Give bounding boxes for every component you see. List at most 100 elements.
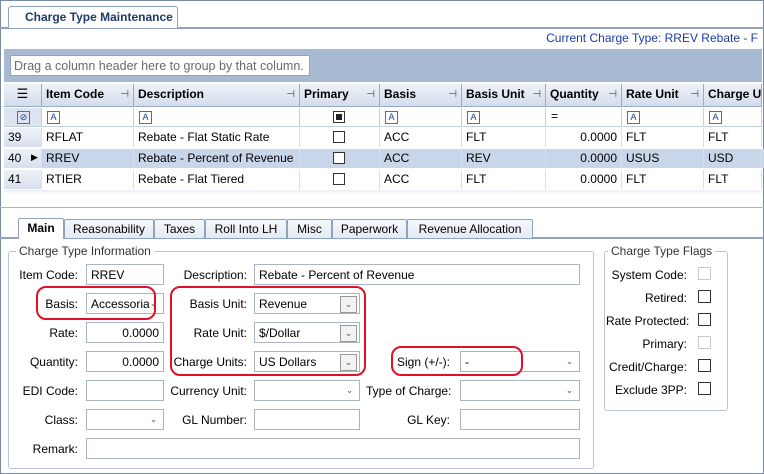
column-header-charge-unit[interactable]: Charge Ur bbox=[704, 84, 762, 107]
pin-icon[interactable]: ⊣ bbox=[448, 89, 457, 100]
retired-checkbox[interactable] bbox=[698, 290, 711, 303]
currency-unit-label: Currency Unit: bbox=[170, 384, 247, 398]
cell-quantity: 0.0000 bbox=[546, 128, 622, 147]
item-code-field[interactable]: RREV bbox=[86, 264, 164, 285]
cell-quantity: 0.0000 bbox=[546, 170, 622, 189]
filter-quantity[interactable]: = bbox=[546, 108, 622, 127]
tab-charge-type-maintenance[interactable]: Charge Type Maintenance bbox=[8, 6, 178, 28]
filter-primary[interactable] bbox=[300, 108, 380, 127]
cell-basis: ACC bbox=[380, 149, 462, 168]
rate-label: Rate: bbox=[49, 326, 78, 340]
chevron-down-icon[interactable]: ⌄ bbox=[562, 383, 577, 398]
rate-protected-label: Rate Protected: bbox=[606, 314, 690, 328]
filter-icon: A bbox=[467, 111, 480, 124]
filter-basis[interactable]: A bbox=[380, 108, 462, 127]
chevron-down-icon[interactable]: ⌄ bbox=[342, 383, 357, 398]
filter-icon: A bbox=[709, 111, 722, 124]
class-select[interactable]: ⌄ bbox=[86, 409, 164, 430]
column-header-quantity[interactable]: Quantity ⊣ bbox=[546, 84, 622, 107]
column-header-rate-unit[interactable]: Rate Unit ⊣ bbox=[622, 84, 704, 107]
cell-rate-unit: USUS bbox=[622, 149, 704, 168]
edi-code-label: EDI Code: bbox=[22, 384, 78, 398]
pin-icon[interactable]: ⊣ bbox=[532, 89, 541, 100]
cell-primary bbox=[300, 149, 380, 168]
cell-rate-unit: FLT bbox=[622, 128, 704, 147]
description-label: Description: bbox=[183, 268, 247, 282]
quantity-field[interactable]: 0.0000 bbox=[86, 351, 164, 372]
edi-code-field[interactable] bbox=[86, 380, 164, 401]
column-header-basis-unit[interactable]: Basis Unit ⊣ bbox=[462, 84, 546, 107]
item-code-label: Item Code: bbox=[19, 268, 78, 282]
column-chooser-button[interactable]: ☰ bbox=[4, 84, 42, 107]
highlight-units bbox=[170, 286, 366, 376]
primary-label: Primary: bbox=[642, 337, 687, 351]
filter-description[interactable]: A bbox=[134, 108, 300, 127]
filter-item-code[interactable]: A bbox=[42, 108, 134, 127]
table-row[interactable]: 39 RFLAT Rebate - Flat Static Rate ACC F… bbox=[4, 128, 764, 147]
credit-charge-checkbox[interactable] bbox=[698, 359, 711, 372]
table-row-selected[interactable]: 40 ▶ RREV Rebate - Percent of Revenue ACC… bbox=[4, 149, 764, 168]
cell-basis-unit: FLT bbox=[462, 170, 546, 189]
primary-checkbox[interactable] bbox=[333, 152, 345, 164]
filter-charge-unit[interactable]: A bbox=[704, 108, 762, 127]
column-chooser-icon: ☰ bbox=[16, 86, 29, 101]
table-row[interactable]: 41 RTIER Rebate - Flat Tiered ACC FLT 0.… bbox=[4, 170, 764, 189]
pin-icon[interactable]: ⊣ bbox=[690, 89, 699, 100]
column-header-description[interactable]: Description ⊣ bbox=[134, 84, 300, 107]
filter-icon: A bbox=[47, 111, 60, 124]
class-label: Class: bbox=[44, 413, 78, 427]
rate-protected-checkbox[interactable] bbox=[698, 313, 711, 326]
tab-revenue-allocation[interactable]: Revenue Allocation bbox=[407, 219, 533, 238]
credit-charge-label: Credit/Charge: bbox=[608, 360, 687, 374]
equals-icon: = bbox=[551, 109, 559, 123]
exclude-3pp-checkbox[interactable] bbox=[698, 382, 711, 395]
tab-main[interactable]: Main bbox=[18, 218, 64, 239]
highlight-sign bbox=[391, 346, 523, 376]
remark-field[interactable] bbox=[86, 438, 580, 459]
cell-basis: ACC bbox=[380, 128, 462, 147]
charge-type-flags-title: Charge Type Flags bbox=[608, 244, 716, 258]
cell-description: Rebate - Percent of Revenue bbox=[134, 149, 300, 168]
current-charge-type: Current Charge Type: RREV Rebate - F bbox=[546, 31, 758, 45]
type-of-charge-select[interactable]: ⌄ bbox=[460, 380, 580, 401]
filter-rate-unit[interactable]: A bbox=[622, 108, 704, 127]
primary-checkbox[interactable] bbox=[333, 173, 345, 185]
cell-charge-unit: FLT bbox=[704, 170, 762, 189]
system-code-label: System Code: bbox=[611, 268, 687, 282]
column-header-item-code[interactable]: Item Code ⊣ bbox=[42, 84, 134, 107]
quantity-label: Quantity: bbox=[29, 355, 78, 369]
cell-quantity: 0.0000 bbox=[546, 149, 622, 168]
group-by-hint[interactable]: Drag a column header here to group by th… bbox=[10, 55, 310, 76]
pin-icon[interactable]: ⊣ bbox=[120, 89, 129, 100]
tab-paperwork[interactable]: Paperwork bbox=[332, 219, 407, 238]
tab-misc[interactable]: Misc bbox=[287, 219, 332, 238]
cell-description: Rebate - Flat Tiered bbox=[134, 170, 300, 189]
tab-reasonability[interactable]: Reasonability bbox=[64, 219, 154, 238]
currency-unit-select[interactable]: ⌄ bbox=[254, 380, 360, 401]
gl-number-field[interactable] bbox=[254, 409, 360, 430]
highlight-basis bbox=[36, 286, 156, 320]
row-number: 39 bbox=[4, 128, 42, 147]
filter-icon: A bbox=[139, 111, 152, 124]
tab-taxes[interactable]: Taxes bbox=[154, 219, 205, 238]
column-header-primary[interactable]: Primary ⊣ bbox=[300, 84, 380, 107]
chevron-down-icon[interactable]: ⌄ bbox=[562, 354, 577, 369]
cell-description: Rebate - Flat Static Rate bbox=[134, 128, 300, 147]
chevron-down-icon[interactable]: ⌄ bbox=[146, 412, 161, 427]
primary-checkbox[interactable] bbox=[333, 131, 345, 143]
pin-icon[interactable]: ⊣ bbox=[608, 89, 617, 100]
filter-basis-unit[interactable]: A bbox=[462, 108, 546, 127]
description-field[interactable]: Rebate - Percent of Revenue bbox=[254, 264, 580, 285]
rate-field[interactable]: 0.0000 bbox=[86, 322, 164, 343]
gl-key-field[interactable] bbox=[460, 409, 580, 430]
column-header-basis[interactable]: Basis ⊣ bbox=[380, 84, 462, 107]
filter-clear-icon: ⊘ bbox=[17, 111, 30, 124]
pin-icon[interactable]: ⊣ bbox=[286, 89, 295, 100]
pin-icon[interactable]: ⊣ bbox=[366, 89, 375, 100]
cell-primary bbox=[300, 128, 380, 147]
filter-clear-button[interactable]: ⊘ bbox=[4, 108, 42, 127]
filter-checkbox[interactable] bbox=[333, 111, 345, 123]
tab-roll-into-lh[interactable]: Roll Into LH bbox=[205, 219, 287, 238]
cell-basis: ACC bbox=[380, 170, 462, 189]
splitter[interactable] bbox=[0, 207, 764, 213]
